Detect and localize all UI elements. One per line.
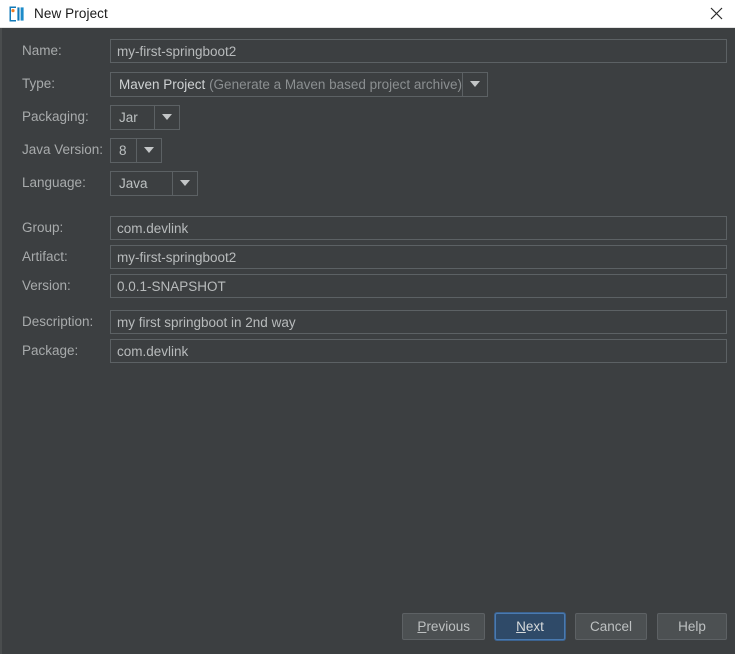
previous-button-label: revious (426, 619, 470, 634)
form-row-packaging: Packaging: Jar (0, 104, 735, 130)
label-version: Version: (22, 278, 71, 293)
form-row-group: Group: (0, 215, 735, 241)
label-type: Type: (22, 76, 56, 91)
form-row-type: Type: Maven Project (Generate a Maven ba… (0, 71, 735, 97)
label-group: Group: (22, 220, 64, 235)
intellij-idea-logo-icon (9, 5, 25, 22)
java-version-chevron-down-icon[interactable] (136, 138, 161, 162)
name-input[interactable] (110, 39, 727, 63)
type-chevron-down-icon[interactable] (462, 72, 487, 96)
label-name: Name: (22, 43, 62, 58)
group-input[interactable] (110, 216, 727, 240)
form-row-language: Language: Java (0, 170, 735, 196)
window-title: New Project (34, 6, 108, 21)
form-row-name: Name: (0, 38, 735, 64)
window-titlebar: New Project (0, 0, 735, 28)
form-row-description: Description: (0, 309, 735, 335)
packaging-combobox-value: Jar (119, 109, 138, 125)
form-row-version: Version: (0, 273, 735, 299)
form-row-package: Package: (0, 338, 735, 364)
packaging-chevron-down-icon[interactable] (154, 105, 179, 129)
previous-button-mnemonic: P (417, 619, 427, 634)
type-value-hint: (Generate a Maven based project archive) (209, 76, 462, 92)
close-button[interactable] (697, 0, 735, 27)
form-row-java-version: Java Version: 8 (0, 137, 735, 163)
language-combobox-value: Java (119, 175, 148, 191)
new-project-dialog: Name: Type: Maven Project (Generate a Ma… (0, 28, 735, 654)
label-artifact: Artifact: (22, 249, 68, 264)
label-description: Description: (22, 314, 94, 329)
type-value-main: Maven Project (119, 76, 206, 92)
type-combobox[interactable]: Maven Project (Generate a Maven based pr… (110, 71, 488, 97)
label-language: Language: (22, 175, 86, 190)
form-row-artifact: Artifact: (0, 244, 735, 270)
label-packaging: Packaging: (22, 109, 89, 124)
close-icon (710, 7, 722, 20)
next-button[interactable]: Next (494, 613, 565, 640)
artifact-input[interactable] (110, 245, 727, 269)
help-button[interactable]: Help (657, 613, 727, 640)
description-input[interactable] (110, 310, 727, 334)
label-java-version: Java Version: (22, 142, 104, 157)
java-version-combobox-value: 8 (119, 142, 127, 158)
next-button-label: ext (525, 619, 544, 634)
label-package: Package: (22, 343, 79, 358)
next-button-mnemonic: N (516, 619, 526, 634)
help-button-label: Help (678, 619, 706, 634)
language-combobox[interactable]: Java (110, 170, 198, 196)
cancel-button[interactable]: Cancel (574, 613, 647, 640)
packaging-combobox[interactable]: Jar (110, 104, 180, 130)
previous-button[interactable]: Previous (402, 613, 485, 640)
dialog-button-bar: Previous Next Cancel Help (402, 613, 727, 640)
package-input[interactable] (110, 339, 727, 363)
type-combobox-value: Maven Project (Generate a Maven based pr… (111, 73, 462, 96)
cancel-button-label: Cancel (589, 619, 632, 634)
version-input[interactable] (110, 274, 727, 298)
java-version-combobox[interactable]: 8 (110, 137, 162, 163)
language-chevron-down-icon[interactable] (172, 171, 197, 195)
